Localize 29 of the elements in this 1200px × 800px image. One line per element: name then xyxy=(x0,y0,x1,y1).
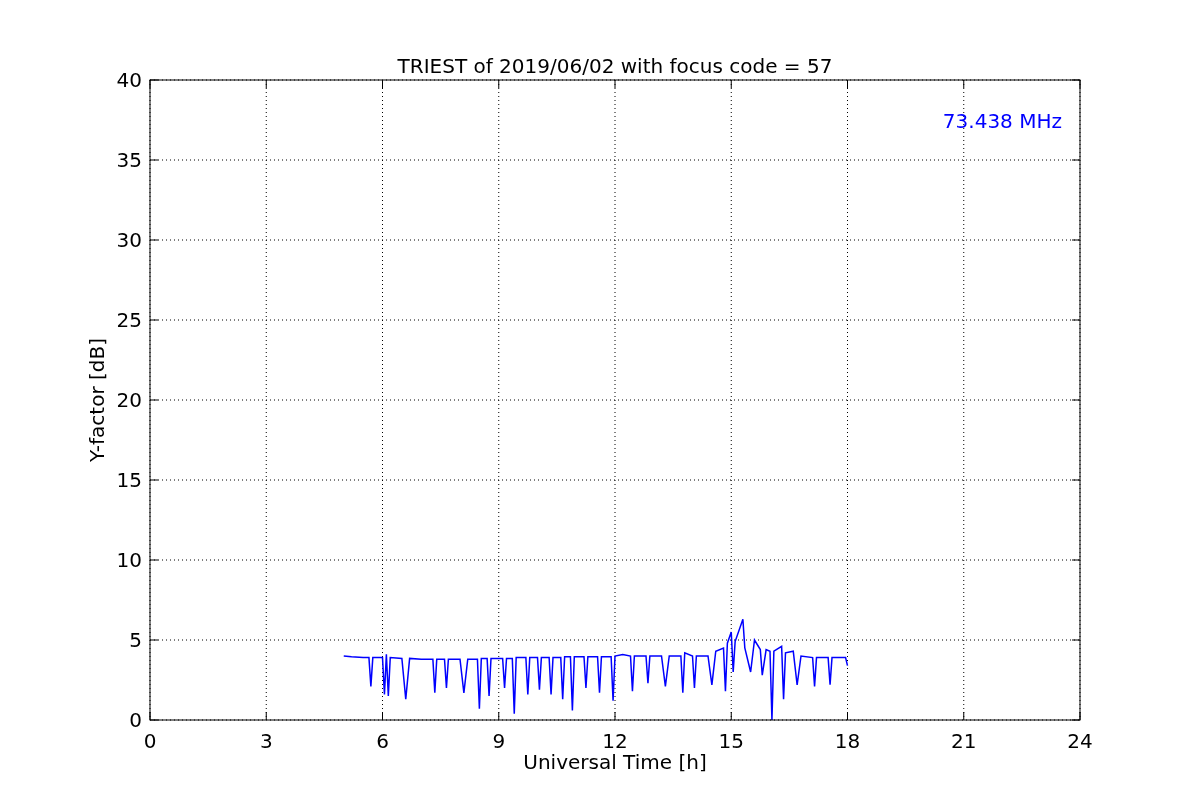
axis-tick xyxy=(963,711,965,721)
axis-tick xyxy=(265,711,267,721)
axis-tick xyxy=(614,711,616,721)
axis-tick xyxy=(847,711,848,721)
frequency-label: 73.438 MHz xyxy=(942,109,1062,133)
axis-tick xyxy=(382,711,383,721)
tick-label: 21 xyxy=(951,729,977,753)
tick-label: 24 xyxy=(1067,729,1093,753)
tick-label: 18 xyxy=(834,729,861,753)
tick-label: 3 xyxy=(259,729,273,753)
tick-label: 35 xyxy=(116,148,142,172)
axis-tick xyxy=(730,711,732,721)
tick-label: 10 xyxy=(116,548,142,572)
y-axis-label: Y-factor [dB] xyxy=(85,338,109,462)
tick-label: 30 xyxy=(116,228,142,252)
tick-label: 15 xyxy=(718,729,744,753)
tick-label: 0 xyxy=(129,708,142,732)
tick-label: 0 xyxy=(143,729,157,753)
axis-tick xyxy=(498,711,500,721)
x-axis-label: Universal Time [h] xyxy=(523,750,707,774)
tick-label: 15 xyxy=(116,468,142,492)
tick-label: 20 xyxy=(116,388,142,412)
tick-label: 9 xyxy=(492,729,506,753)
tick-label: 25 xyxy=(116,308,142,332)
tick-label: 12 xyxy=(602,729,628,753)
chart-title: TRIEST of 2019/06/02 with focus code = 57 xyxy=(397,54,833,78)
tick-label: 6 xyxy=(376,729,389,753)
tick-label: 40 xyxy=(116,68,142,92)
tick-label: 5 xyxy=(129,628,142,652)
